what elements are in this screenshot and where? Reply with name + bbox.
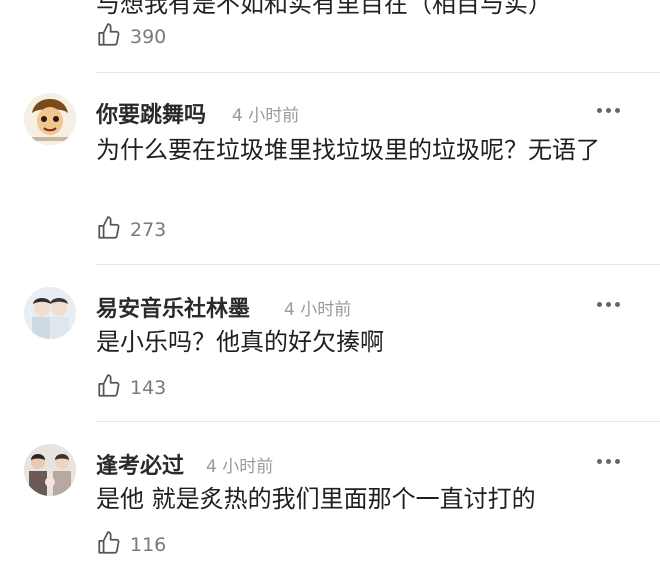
username[interactable]: 你要跳舞吗 [96, 97, 206, 129]
like-button[interactable]: 116 [96, 530, 166, 560]
like-count: 390 [130, 26, 167, 48]
comment-item: 你要跳舞吗 4 小时前 为什么要在垃圾堆里找垃圾里的垃圾呢？无语了 273 [0, 73, 660, 263]
thumbs-up-icon [96, 22, 122, 52]
timestamp: 4 小时前 [232, 106, 300, 126]
timestamp: 4 小时前 [206, 457, 274, 477]
more-dots-icon[interactable] [597, 302, 620, 307]
comment-item: 易安音乐社林墨 4 小时前 是小乐吗？他真的好欠揍啊 143 [0, 265, 660, 421]
username[interactable]: 易安音乐社林墨 [96, 291, 250, 323]
like-button[interactable]: 390 [96, 22, 166, 52]
comment-text: 与想我有是不如和实有里目在（相目与实） [96, 0, 552, 18]
like-button[interactable]: 143 [96, 373, 166, 403]
comment-partial: 与想我有是不如和实有里目在（相目与实） 390 [0, 0, 660, 70]
avatar[interactable] [24, 444, 76, 496]
comment-text: 是小乐吗？他真的好欠揍啊 [96, 328, 384, 356]
comment-text: 为什么要在垃圾堆里找垃圾里的垃圾呢？无语了 [96, 136, 600, 164]
username[interactable]: 逢考必过 [96, 448, 184, 480]
thumbs-up-icon [96, 215, 122, 245]
like-count: 143 [130, 377, 167, 399]
avatar[interactable] [24, 93, 76, 145]
comment-text: 是他 就是炙热的我们里面那个一直讨打的 [96, 485, 536, 513]
thumbs-up-icon [96, 373, 122, 403]
more-dots-icon[interactable] [597, 108, 620, 113]
like-button[interactable]: 273 [96, 215, 166, 245]
avatar[interactable] [24, 287, 76, 339]
timestamp: 4 小时前 [284, 300, 352, 320]
more-dots-icon[interactable] [597, 459, 620, 464]
like-count: 116 [130, 534, 167, 556]
like-count: 273 [130, 219, 167, 241]
thumbs-up-icon [96, 530, 122, 560]
comment-item: 逢考必过 4 小时前 是他 就是炙热的我们里面那个一直讨打的 116 [0, 422, 660, 579]
